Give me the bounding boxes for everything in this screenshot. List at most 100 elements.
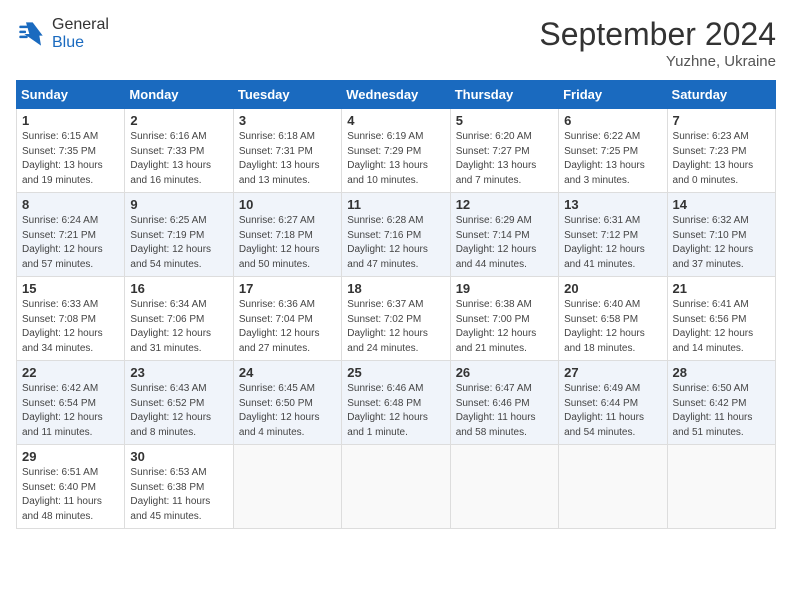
calendar-cell: 17 Sunrise: 6:36 AM Sunset: 7:04 PM Dayl… (233, 277, 341, 361)
calendar-header: SundayMondayTuesdayWednesdayThursdayFrid… (17, 81, 776, 109)
day-number: 4 (347, 113, 444, 128)
day-number: 18 (347, 281, 444, 296)
day-info: Sunrise: 6:31 AM Sunset: 7:12 PM Dayligh… (564, 214, 661, 272)
calendar-cell: 13 Sunrise: 6:31 AM Sunset: 7:12 PM Dayl… (559, 193, 667, 277)
day-info: Sunrise: 6:16 AM Sunset: 7:33 PM Dayligh… (130, 130, 227, 188)
day-info: Sunrise: 6:37 AM Sunset: 7:02 PM Dayligh… (347, 298, 444, 356)
col-header-wednesday: Wednesday (342, 81, 450, 109)
calendar-cell: 27 Sunrise: 6:49 AM Sunset: 6:44 PM Dayl… (559, 361, 667, 445)
calendar-cell: 20 Sunrise: 6:40 AM Sunset: 6:58 PM Dayl… (559, 277, 667, 361)
calendar-cell: 18 Sunrise: 6:37 AM Sunset: 7:02 PM Dayl… (342, 277, 450, 361)
day-info: Sunrise: 6:23 AM Sunset: 7:23 PM Dayligh… (673, 130, 770, 188)
day-info: Sunrise: 6:33 AM Sunset: 7:08 PM Dayligh… (22, 298, 119, 356)
day-number: 30 (130, 449, 227, 464)
calendar-cell: 6 Sunrise: 6:22 AM Sunset: 7:25 PM Dayli… (559, 109, 667, 193)
day-info: Sunrise: 6:36 AM Sunset: 7:04 PM Dayligh… (239, 298, 336, 356)
day-number: 24 (239, 365, 336, 380)
col-header-thursday: Thursday (450, 81, 558, 109)
day-number: 19 (456, 281, 553, 296)
day-info: Sunrise: 6:40 AM Sunset: 6:58 PM Dayligh… (564, 298, 661, 356)
calendar-cell: 22 Sunrise: 6:42 AM Sunset: 6:54 PM Dayl… (17, 361, 125, 445)
day-info: Sunrise: 6:25 AM Sunset: 7:19 PM Dayligh… (130, 214, 227, 272)
day-info: Sunrise: 6:43 AM Sunset: 6:52 PM Dayligh… (130, 382, 227, 440)
calendar-cell: 1 Sunrise: 6:15 AM Sunset: 7:35 PM Dayli… (17, 109, 125, 193)
col-header-monday: Monday (125, 81, 233, 109)
day-info: Sunrise: 6:22 AM Sunset: 7:25 PM Dayligh… (564, 130, 661, 188)
day-number: 3 (239, 113, 336, 128)
day-info: Sunrise: 6:20 AM Sunset: 7:27 PM Dayligh… (456, 130, 553, 188)
day-number: 15 (22, 281, 119, 296)
day-info: Sunrise: 6:34 AM Sunset: 7:06 PM Dayligh… (130, 298, 227, 356)
calendar-week-1: 1 Sunrise: 6:15 AM Sunset: 7:35 PM Dayli… (17, 109, 776, 193)
location-subtitle: Yuzhne, Ukraine (539, 53, 776, 70)
logo-text: General Blue (52, 16, 109, 52)
calendar-cell: 24 Sunrise: 6:45 AM Sunset: 6:50 PM Dayl… (233, 361, 341, 445)
day-number: 9 (130, 197, 227, 212)
calendar-cell: 9 Sunrise: 6:25 AM Sunset: 7:19 PM Dayli… (125, 193, 233, 277)
day-number: 21 (673, 281, 770, 296)
day-number: 1 (22, 113, 119, 128)
day-info: Sunrise: 6:18 AM Sunset: 7:31 PM Dayligh… (239, 130, 336, 188)
calendar-cell: 7 Sunrise: 6:23 AM Sunset: 7:23 PM Dayli… (667, 109, 775, 193)
month-title: September 2024 (539, 16, 776, 53)
day-info: Sunrise: 6:53 AM Sunset: 6:38 PM Dayligh… (130, 466, 227, 524)
day-info: Sunrise: 6:47 AM Sunset: 6:46 PM Dayligh… (456, 382, 553, 440)
day-number: 22 (22, 365, 119, 380)
calendar-cell: 21 Sunrise: 6:41 AM Sunset: 6:56 PM Dayl… (667, 277, 775, 361)
day-info: Sunrise: 6:15 AM Sunset: 7:35 PM Dayligh… (22, 130, 119, 188)
day-number: 8 (22, 197, 119, 212)
day-number: 12 (456, 197, 553, 212)
calendar-cell: 12 Sunrise: 6:29 AM Sunset: 7:14 PM Dayl… (450, 193, 558, 277)
calendar-table: SundayMondayTuesdayWednesdayThursdayFrid… (16, 80, 776, 529)
col-header-friday: Friday (559, 81, 667, 109)
calendar-cell: 16 Sunrise: 6:34 AM Sunset: 7:06 PM Dayl… (125, 277, 233, 361)
col-header-saturday: Saturday (667, 81, 775, 109)
calendar-week-4: 22 Sunrise: 6:42 AM Sunset: 6:54 PM Dayl… (17, 361, 776, 445)
day-number: 17 (239, 281, 336, 296)
day-info: Sunrise: 6:49 AM Sunset: 6:44 PM Dayligh… (564, 382, 661, 440)
day-number: 26 (456, 365, 553, 380)
day-info: Sunrise: 6:50 AM Sunset: 6:42 PM Dayligh… (673, 382, 770, 440)
calendar-week-2: 8 Sunrise: 6:24 AM Sunset: 7:21 PM Dayli… (17, 193, 776, 277)
calendar-cell: 8 Sunrise: 6:24 AM Sunset: 7:21 PM Dayli… (17, 193, 125, 277)
day-info: Sunrise: 6:42 AM Sunset: 6:54 PM Dayligh… (22, 382, 119, 440)
calendar-cell: 11 Sunrise: 6:28 AM Sunset: 7:16 PM Dayl… (342, 193, 450, 277)
calendar-cell (667, 445, 775, 529)
calendar-cell (559, 445, 667, 529)
day-info: Sunrise: 6:38 AM Sunset: 7:00 PM Dayligh… (456, 298, 553, 356)
calendar-cell (233, 445, 341, 529)
day-info: Sunrise: 6:29 AM Sunset: 7:14 PM Dayligh… (456, 214, 553, 272)
day-number: 6 (564, 113, 661, 128)
day-number: 16 (130, 281, 227, 296)
day-number: 23 (130, 365, 227, 380)
day-info: Sunrise: 6:19 AM Sunset: 7:29 PM Dayligh… (347, 130, 444, 188)
calendar-cell: 10 Sunrise: 6:27 AM Sunset: 7:18 PM Dayl… (233, 193, 341, 277)
calendar-cell: 23 Sunrise: 6:43 AM Sunset: 6:52 PM Dayl… (125, 361, 233, 445)
day-number: 2 (130, 113, 227, 128)
calendar-cell: 29 Sunrise: 6:51 AM Sunset: 6:40 PM Dayl… (17, 445, 125, 529)
day-info: Sunrise: 6:28 AM Sunset: 7:16 PM Dayligh… (347, 214, 444, 272)
day-number: 27 (564, 365, 661, 380)
calendar-week-3: 15 Sunrise: 6:33 AM Sunset: 7:08 PM Dayl… (17, 277, 776, 361)
logo-icon (16, 19, 46, 49)
calendar-cell: 2 Sunrise: 6:16 AM Sunset: 7:33 PM Dayli… (125, 109, 233, 193)
calendar-cell: 30 Sunrise: 6:53 AM Sunset: 6:38 PM Dayl… (125, 445, 233, 529)
calendar-cell: 25 Sunrise: 6:46 AM Sunset: 6:48 PM Dayl… (342, 361, 450, 445)
calendar-cell: 26 Sunrise: 6:47 AM Sunset: 6:46 PM Dayl… (450, 361, 558, 445)
day-number: 10 (239, 197, 336, 212)
calendar-cell (342, 445, 450, 529)
day-number: 28 (673, 365, 770, 380)
day-number: 7 (673, 113, 770, 128)
col-header-tuesday: Tuesday (233, 81, 341, 109)
calendar-cell: 14 Sunrise: 6:32 AM Sunset: 7:10 PM Dayl… (667, 193, 775, 277)
day-info: Sunrise: 6:41 AM Sunset: 6:56 PM Dayligh… (673, 298, 770, 356)
calendar-cell: 28 Sunrise: 6:50 AM Sunset: 6:42 PM Dayl… (667, 361, 775, 445)
day-info: Sunrise: 6:24 AM Sunset: 7:21 PM Dayligh… (22, 214, 119, 272)
day-number: 11 (347, 197, 444, 212)
day-info: Sunrise: 6:51 AM Sunset: 6:40 PM Dayligh… (22, 466, 119, 524)
day-number: 14 (673, 197, 770, 212)
page-header: General Blue September 2024 Yuzhne, Ukra… (16, 16, 776, 70)
day-info: Sunrise: 6:46 AM Sunset: 6:48 PM Dayligh… (347, 382, 444, 440)
calendar-cell: 4 Sunrise: 6:19 AM Sunset: 7:29 PM Dayli… (342, 109, 450, 193)
calendar-cell (450, 445, 558, 529)
